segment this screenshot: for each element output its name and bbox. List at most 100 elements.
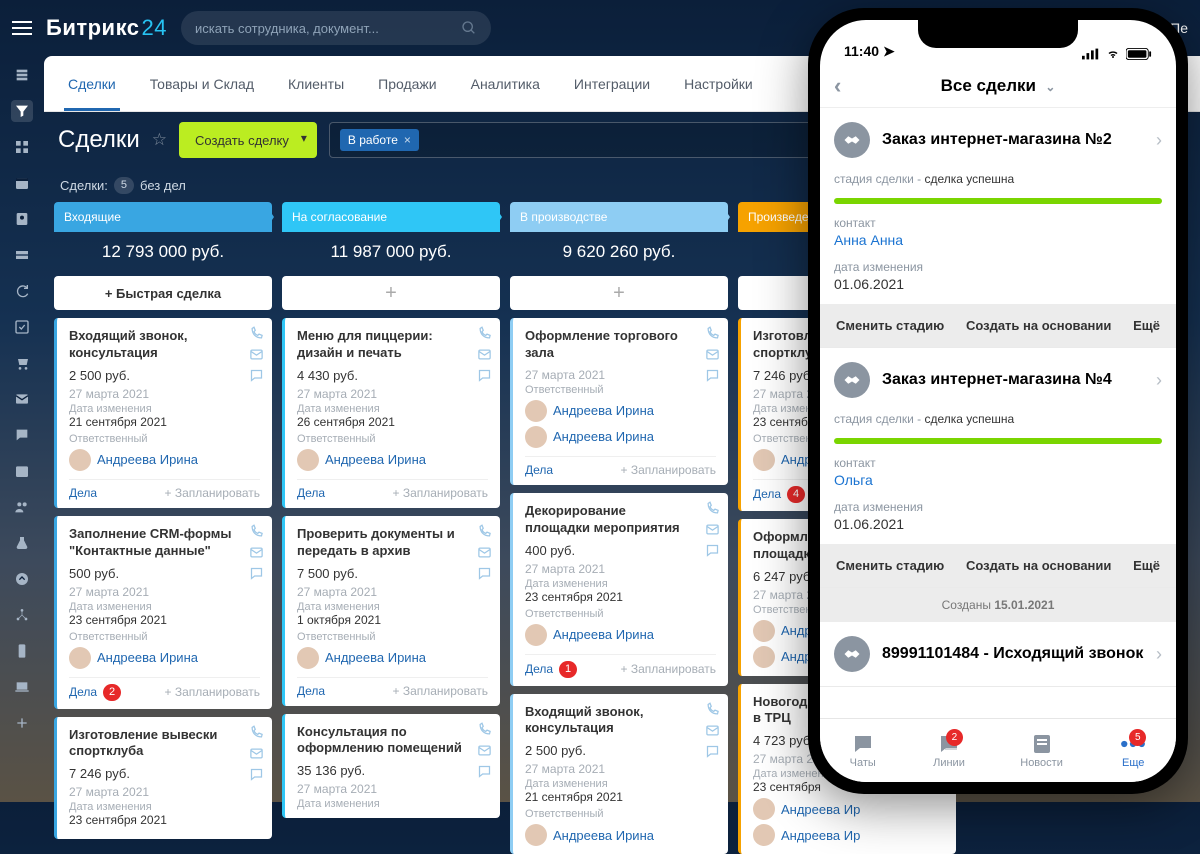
quick-add-button[interactable]: + Быстрая сделка bbox=[54, 276, 272, 310]
kanban-card[interactable]: Изготовление вывески спортклуба 7 246 ру… bbox=[54, 717, 272, 840]
mobile-contact-link[interactable]: Анна Анна bbox=[834, 232, 1162, 248]
tab-analytics[interactable]: Аналитика bbox=[467, 58, 544, 110]
rail-item-drive[interactable] bbox=[11, 244, 33, 266]
column-header[interactable]: На согласование bbox=[282, 202, 500, 232]
mobile-contact-link[interactable]: Ольга bbox=[834, 472, 1162, 488]
card-deals-link[interactable]: Дела bbox=[297, 684, 325, 698]
rail-item-chat[interactable] bbox=[11, 424, 33, 446]
card-deals-link[interactable]: Дела bbox=[525, 463, 553, 477]
mobile-body[interactable]: Заказ интернет-магазина №2 › стадия сдел… bbox=[820, 108, 1176, 718]
responsible-link[interactable]: Андреева Ирина bbox=[69, 647, 260, 669]
card-plan-link[interactable]: + Запланировать bbox=[620, 662, 716, 676]
rail-item-tree[interactable] bbox=[11, 604, 33, 626]
mail-icon[interactable] bbox=[477, 347, 492, 362]
tab-integrations[interactable]: Интеграции bbox=[570, 58, 654, 110]
mobile-action-stage[interactable]: Сменить стадию bbox=[836, 558, 944, 573]
kanban-card[interactable]: Меню для пиццерии: дизайн и печать 4 430… bbox=[282, 318, 500, 508]
responsible-link[interactable]: Андреева Ирина bbox=[525, 426, 716, 448]
mobile-action-create[interactable]: Создать на основании bbox=[966, 318, 1111, 333]
quick-add-button[interactable]: + bbox=[510, 276, 728, 310]
chevron-down-icon[interactable]: ⌄ bbox=[1042, 80, 1055, 94]
rail-item-add[interactable] bbox=[11, 712, 33, 734]
mobile-action-more[interactable]: Ещё bbox=[1133, 558, 1160, 573]
phone-icon[interactable] bbox=[249, 524, 264, 539]
column-header[interactable]: Входящие bbox=[54, 202, 272, 232]
responsible-link[interactable]: Андреева Ирина bbox=[525, 400, 716, 422]
kanban-card[interactable]: Декорирование площадки мероприятия 400 р… bbox=[510, 493, 728, 686]
card-deals-link[interactable]: Дела bbox=[297, 486, 325, 500]
chat-icon[interactable] bbox=[705, 744, 720, 759]
rail-item-up[interactable] bbox=[11, 568, 33, 590]
responsible-link[interactable]: Андреева Ирина bbox=[69, 449, 260, 471]
mail-icon[interactable] bbox=[705, 723, 720, 738]
rail-item-calendar2[interactable] bbox=[11, 460, 33, 482]
tab-deals[interactable]: Сделки bbox=[64, 58, 120, 110]
mobile-tab-2[interactable]: Новости bbox=[1020, 733, 1063, 769]
tab-inventory[interactable]: Товары и Склад bbox=[146, 58, 258, 110]
rail-item-funnel[interactable] bbox=[11, 100, 33, 122]
responsible-link[interactable]: Андреева Ирина bbox=[297, 449, 488, 471]
star-icon[interactable]: ☆ bbox=[152, 130, 167, 150]
column-header[interactable]: В производстве bbox=[510, 202, 728, 232]
logo[interactable]: Битрикс24 bbox=[46, 15, 167, 41]
phone-icon[interactable] bbox=[477, 722, 492, 737]
filter-chip[interactable]: В работе× bbox=[340, 129, 419, 151]
responsible-link[interactable]: Андреева Ирина bbox=[525, 624, 716, 646]
global-search[interactable]: искать сотрудника, документ... bbox=[181, 11, 491, 45]
subbar-count[interactable]: 5 bbox=[114, 177, 134, 194]
rail-item-check[interactable] bbox=[11, 316, 33, 338]
mobile-deal-card[interactable]: Заказ интернет-магазина №4 › стадия сдел… bbox=[820, 348, 1176, 588]
kanban-card[interactable]: Заполнение CRM-формы "Контактные данные"… bbox=[54, 516, 272, 709]
mail-icon[interactable] bbox=[705, 522, 720, 537]
chat-icon[interactable] bbox=[705, 368, 720, 383]
mobile-tab-1[interactable]: 2 Линии bbox=[933, 733, 965, 769]
kanban-card[interactable]: Оформление торгового зала 27 марта 2021 … bbox=[510, 318, 728, 485]
mobile-tab-3[interactable]: 5 Еще bbox=[1118, 733, 1148, 769]
rail-item-calendar[interactable] bbox=[11, 172, 33, 194]
tab-settings[interactable]: Настройки bbox=[680, 58, 757, 110]
rail-item-mail[interactable] bbox=[11, 388, 33, 410]
phone-icon[interactable] bbox=[249, 725, 264, 740]
kanban-card[interactable]: Проверить документы и передать в архив 7… bbox=[282, 516, 500, 706]
mail-icon[interactable] bbox=[249, 746, 264, 761]
kanban-card[interactable]: Входящий звонок, консультация 2 500 руб.… bbox=[510, 694, 728, 854]
mobile-title[interactable]: Все сделки ⌄ bbox=[941, 76, 1056, 96]
phone-icon[interactable] bbox=[705, 326, 720, 341]
card-deals-link[interactable]: Дела bbox=[69, 486, 97, 500]
mobile-action-stage[interactable]: Сменить стадию bbox=[836, 318, 944, 333]
close-icon[interactable]: × bbox=[404, 133, 411, 147]
rail-item-cart[interactable] bbox=[11, 352, 33, 374]
responsible-link[interactable]: Андреева Ирина bbox=[525, 824, 716, 846]
rail-item-phone[interactable] bbox=[11, 640, 33, 662]
rail-item-apps[interactable] bbox=[11, 136, 33, 158]
create-deal-button[interactable]: Создать сделку bbox=[179, 122, 317, 158]
phone-icon[interactable] bbox=[705, 702, 720, 717]
hamburger-icon[interactable] bbox=[12, 17, 32, 39]
rail-item-people[interactable] bbox=[11, 496, 33, 518]
card-deals-link[interactable]: Дела 4 bbox=[753, 486, 805, 503]
card-deals-link[interactable]: Дела 1 bbox=[525, 661, 577, 678]
rail-item-laptop[interactable] bbox=[11, 676, 33, 698]
phone-icon[interactable] bbox=[249, 326, 264, 341]
responsible-link[interactable]: Андреева Ирина bbox=[297, 647, 488, 669]
tab-clients[interactable]: Клиенты bbox=[284, 58, 348, 110]
mobile-tab-0[interactable]: Чаты bbox=[848, 733, 878, 769]
mobile-deal-card[interactable]: Заказ интернет-магазина №2 › стадия сдел… bbox=[820, 108, 1176, 348]
card-plan-link[interactable]: + Запланировать bbox=[620, 463, 716, 477]
rail-item-contacts[interactable] bbox=[11, 208, 33, 230]
chat-icon[interactable] bbox=[249, 368, 264, 383]
mobile-deal-card[interactable]: 89991101484 - Исходящий звонок › bbox=[820, 622, 1176, 687]
kanban-card[interactable]: Консультация по оформлению помещений 35 … bbox=[282, 714, 500, 819]
card-plan-link[interactable]: + Запланировать bbox=[392, 486, 488, 500]
responsible-link[interactable]: Андреева Ир bbox=[753, 824, 944, 846]
rail-item-lab[interactable] bbox=[11, 532, 33, 554]
rail-item-feed[interactable] bbox=[11, 64, 33, 86]
card-plan-link[interactable]: + Запланировать bbox=[392, 684, 488, 698]
kanban-card[interactable]: Входящий звонок, консультация 2 500 руб.… bbox=[54, 318, 272, 508]
mail-icon[interactable] bbox=[477, 545, 492, 560]
mail-icon[interactable] bbox=[705, 347, 720, 362]
chat-icon[interactable] bbox=[477, 368, 492, 383]
chat-icon[interactable] bbox=[477, 566, 492, 581]
quick-add-button[interactable]: + bbox=[282, 276, 500, 310]
mail-icon[interactable] bbox=[249, 347, 264, 362]
